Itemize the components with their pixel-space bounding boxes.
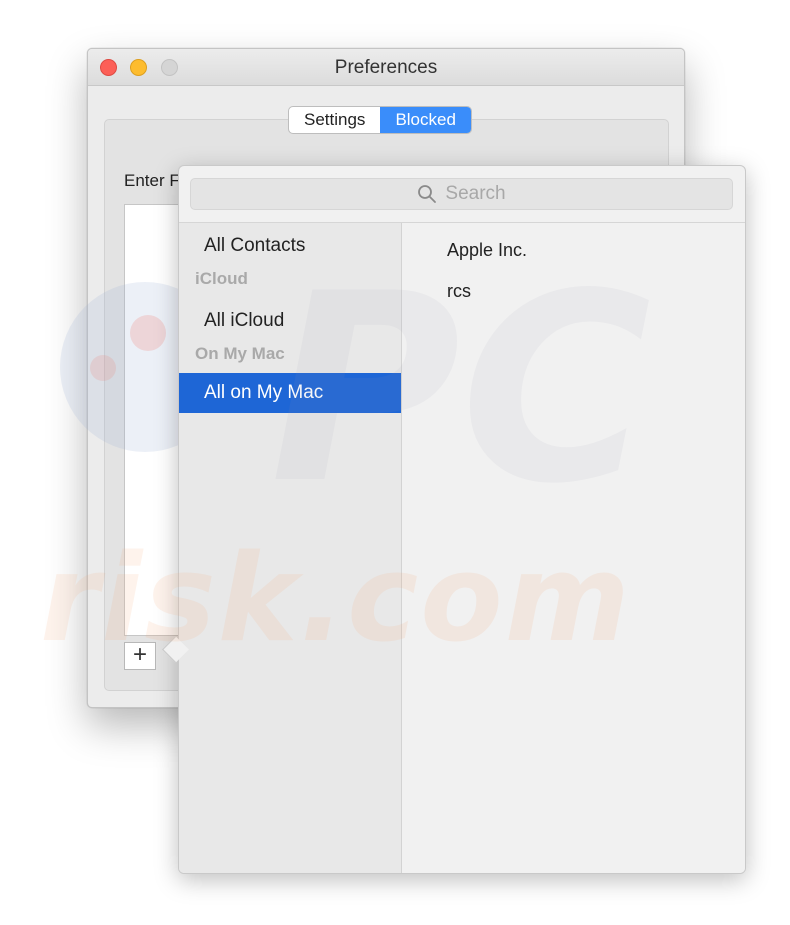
title-bar[interactable]: Preferences	[88, 49, 684, 86]
watermark-text: risk.com	[40, 530, 632, 669]
tab-settings[interactable]: Settings	[289, 107, 380, 133]
watermark-pc: PC	[270, 239, 652, 541]
search-placeholder: Search	[445, 183, 506, 204]
sidebar-header-icloud: iCloud	[195, 269, 248, 288]
watermark-dot	[130, 315, 166, 351]
watermark-dot	[90, 355, 116, 381]
search-field[interactable]: Search	[190, 178, 733, 210]
window-title: Preferences	[334, 57, 438, 78]
tab-blocked[interactable]: Blocked	[380, 107, 471, 133]
preferences-tabs: Settings Blocked	[288, 106, 472, 134]
enter-label: Enter F	[124, 171, 180, 190]
search-icon	[418, 185, 437, 203]
